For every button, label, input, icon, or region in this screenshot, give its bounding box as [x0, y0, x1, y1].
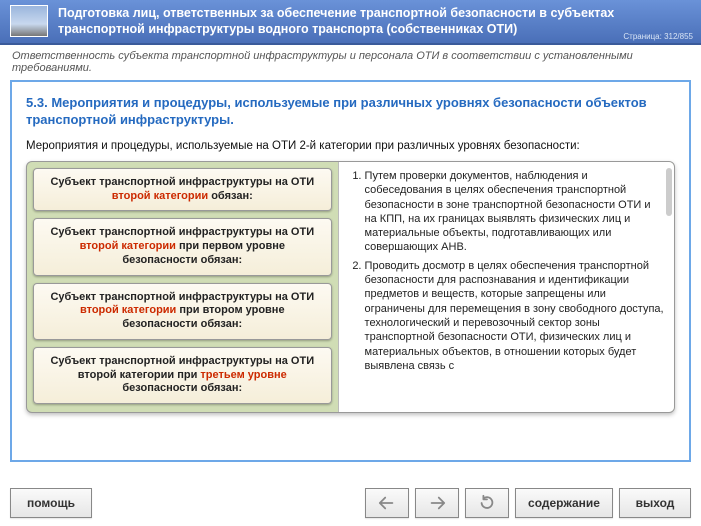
section-intro: Мероприятия и процедуры, используемые на…	[26, 139, 675, 153]
reload-button[interactable]	[465, 488, 509, 518]
requirements-list: Путем проверки документов, наблюдения и …	[345, 169, 664, 373]
module-subtitle: Ответственность субъекта транспортной ин…	[0, 45, 701, 80]
content-panel: Субъект транспортной инфраструктуры на О…	[26, 161, 675, 413]
header-thumbnail	[10, 5, 48, 37]
reload-icon	[476, 494, 498, 512]
category-card[interactable]: Субъект транспортной инфраструктуры на О…	[33, 347, 332, 404]
nav-footer: помощь содержание выход	[0, 482, 701, 526]
course-title: Подготовка лиц, ответственных за обеспеч…	[58, 5, 691, 38]
arrow-left-icon	[376, 494, 398, 512]
category-card[interactable]: Субъект транспортной инфраструктуры на О…	[33, 168, 332, 212]
content-frame: 5.3. Мероприятия и процедуры, используем…	[10, 80, 691, 462]
forward-button[interactable]	[415, 488, 459, 518]
exit-button[interactable]: выход	[619, 488, 691, 518]
details-column: Путем проверки документов, наблюдения и …	[338, 162, 674, 412]
list-item: Проводить досмотр в целях обеспечения тр…	[365, 259, 664, 373]
contents-button[interactable]: содержание	[515, 488, 613, 518]
arrow-right-icon	[426, 494, 448, 512]
course-header: Подготовка лиц, ответственных за обеспеч…	[0, 0, 701, 45]
help-button[interactable]: помощь	[10, 488, 92, 518]
list-item: Путем проверки документов, наблюдения и …	[365, 169, 664, 255]
cards-column: Субъект транспортной инфраструктуры на О…	[27, 162, 338, 412]
category-card[interactable]: Субъект транспортной инфраструктуры на О…	[33, 218, 332, 275]
back-button[interactable]	[365, 488, 409, 518]
section-title: 5.3. Мероприятия и процедуры, используем…	[26, 94, 675, 129]
page-counter: Страница: 312/855	[623, 32, 693, 41]
scrollbar-thumb[interactable]	[666, 168, 672, 216]
category-card[interactable]: Субъект транспортной инфраструктуры на О…	[33, 283, 332, 340]
